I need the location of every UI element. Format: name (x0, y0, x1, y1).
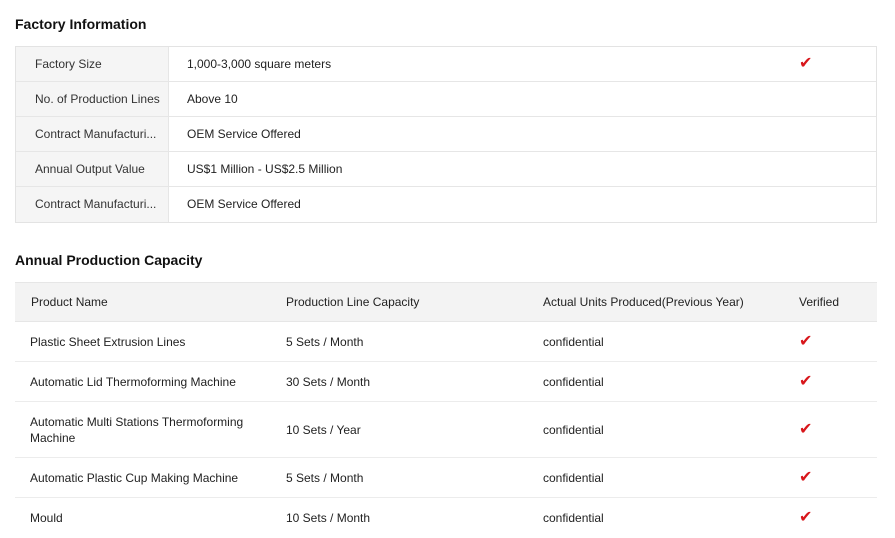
factory-info-row: Annual Output Value US$1 Million - US$2.… (16, 152, 876, 187)
verified-check-icon: ✔ (799, 372, 813, 390)
factory-info-label: Contract Manufacturi... (16, 187, 169, 222)
factory-info-value-text: 1,000-3,000 square meters (187, 57, 332, 71)
factory-info-value: 1,000-3,000 square meters ✔ (169, 47, 876, 81)
capacity-row: Mould 10 Sets / Month confidential ✔ (15, 498, 877, 538)
capacity-table: Product Name Production Line Capacity Ac… (15, 282, 877, 538)
factory-info-table: Factory Size 1,000-3,000 square meters ✔… (15, 46, 877, 223)
factory-info-value: OEM Service Offered (187, 127, 301, 141)
header-product-name: Product Name (31, 295, 108, 309)
verified-check-icon: ✔ (799, 332, 813, 350)
line-capacity: 5 Sets / Month (286, 334, 364, 349)
factory-info-value: Above 10 (187, 92, 238, 106)
line-capacity: 30 Sets / Month (286, 374, 371, 389)
product-name: Automatic Plastic Cup Making Machine (30, 470, 239, 485)
actual-units: confidential (543, 334, 604, 349)
header-verified: Verified (799, 295, 840, 309)
factory-info-label: Annual Output Value (16, 152, 169, 186)
product-name: Plastic Sheet Extrusion Lines (30, 334, 186, 349)
factory-info-title: Factory Information (15, 16, 147, 32)
factory-info-value: OEM Service Offered (187, 197, 301, 211)
capacity-row: Automatic Lid Thermoforming Machine 30 S… (15, 362, 877, 402)
actual-units: confidential (543, 374, 604, 389)
factory-info-row: Factory Size 1,000-3,000 square meters ✔ (16, 47, 876, 82)
actual-units: confidential (543, 422, 604, 437)
verified-check-icon: ✔ (799, 509, 813, 526)
factory-info-label: Factory Size (16, 47, 169, 81)
factory-info-value: US$1 Million - US$2.5 Million (187, 162, 343, 176)
factory-info-label: Contract Manufacturi... (16, 117, 169, 151)
product-name: Automatic Multi Stations Thermoforming M… (30, 414, 244, 445)
header-actual-units: Actual Units Produced(Previous Year) (543, 295, 744, 309)
factory-info-row: Contract Manufacturi... OEM Service Offe… (16, 117, 876, 152)
verified-check-icon: ✔ (799, 420, 813, 438)
capacity-title: Annual Production Capacity (15, 252, 203, 268)
line-capacity: 10 Sets / Year (286, 422, 361, 437)
capacity-row: Plastic Sheet Extrusion Lines 5 Sets / M… (15, 322, 877, 362)
line-capacity: 5 Sets / Month (286, 470, 364, 485)
capacity-row: Automatic Multi Stations Thermoforming M… (15, 402, 877, 458)
actual-units: confidential (543, 511, 604, 525)
verified-check-icon: ✔ (799, 468, 813, 486)
capacity-table-header: Product Name Production Line Capacity Ac… (15, 282, 877, 322)
header-line-capacity: Production Line Capacity (286, 295, 420, 309)
actual-units: confidential (543, 470, 604, 485)
product-name: Mould (30, 511, 63, 525)
factory-info-row: Contract Manufacturi... OEM Service Offe… (16, 187, 876, 222)
factory-info-row: No. of Production Lines Above 10 (16, 82, 876, 117)
factory-info-label: No. of Production Lines (16, 82, 169, 116)
line-capacity: 10 Sets / Month (286, 511, 371, 525)
verified-check-icon: ✔ (799, 55, 813, 72)
capacity-row: Automatic Plastic Cup Making Machine 5 S… (15, 458, 877, 498)
product-name: Automatic Lid Thermoforming Machine (30, 374, 236, 389)
